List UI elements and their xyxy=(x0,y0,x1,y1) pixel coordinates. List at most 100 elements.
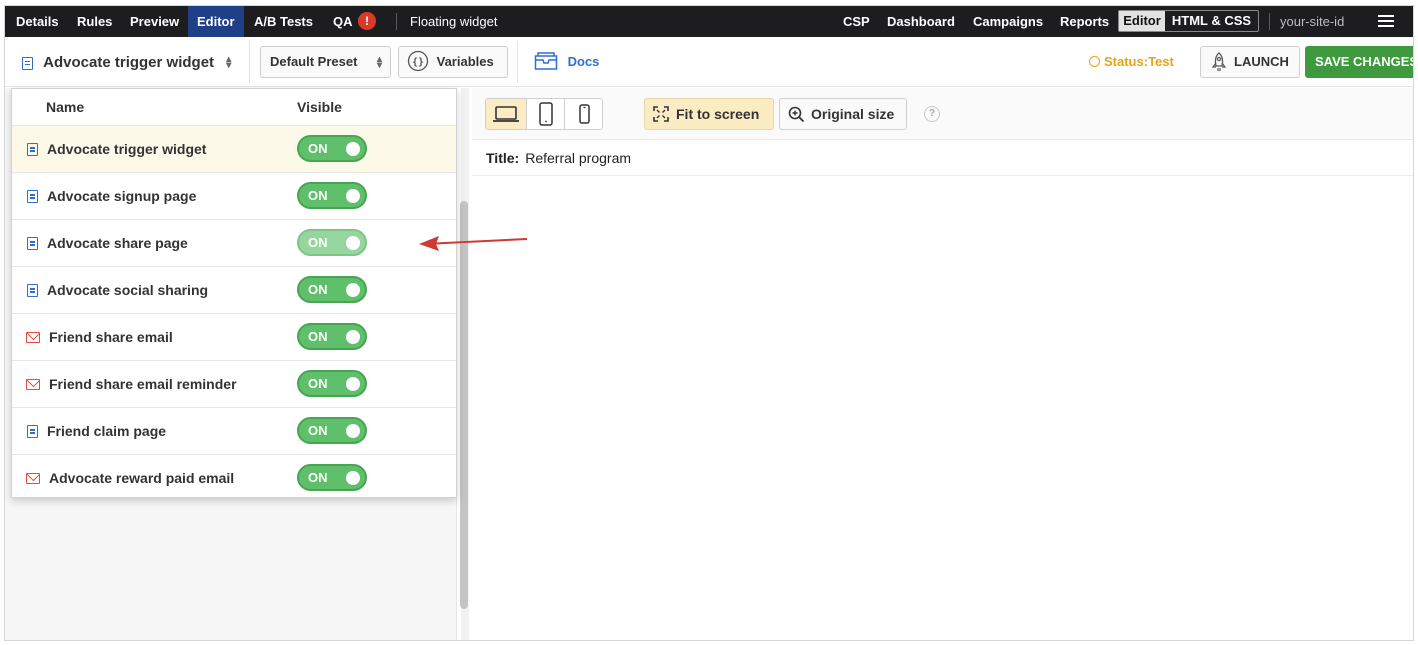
toggle-state-label: ON xyxy=(308,282,328,297)
mobile-view-button[interactable] xyxy=(564,99,602,129)
site-id: your-site-id xyxy=(1280,14,1345,29)
toggle-state-label: ON xyxy=(308,423,328,438)
widget-row-friend-claim-page[interactable]: Friend claim page ON xyxy=(12,407,456,454)
tablet-view-button[interactable] xyxy=(526,99,564,129)
tab-editor[interactable]: Editor xyxy=(188,6,244,37)
visible-toggle[interactable]: ON xyxy=(297,135,367,162)
widget-row-friend-share-email[interactable]: Friend share email ON xyxy=(12,313,456,360)
tab-rules[interactable]: Rules xyxy=(77,6,112,37)
docs-link[interactable]: Docs xyxy=(534,51,599,73)
toggle-state-label: ON xyxy=(308,141,328,156)
widget-row-label: Friend share email xyxy=(49,329,173,345)
widget-row-label: Advocate signup page xyxy=(47,188,197,204)
mail-icon xyxy=(26,332,40,343)
widget-row-advocate-social-sharing[interactable]: Advocate social sharing ON xyxy=(12,266,456,313)
desktop-view-button[interactable] xyxy=(486,99,526,129)
fit-screen-icon xyxy=(653,106,669,122)
widget-select[interactable]: Advocate trigger widget ▴ ▾ xyxy=(22,53,231,73)
editor-toolbar: Advocate trigger widget ▴ ▾ Default Prese… xyxy=(5,37,1413,87)
chevron-updown-icon: ▴ ▾ xyxy=(226,54,232,72)
toggle-knob xyxy=(346,283,360,297)
nav-link-dashboard[interactable]: Dashboard xyxy=(887,6,955,37)
document-icon xyxy=(22,56,33,70)
mode-toggle: Editor HTML & CSS xyxy=(1118,10,1259,32)
fit-to-screen-button[interactable]: Fit to screen xyxy=(644,98,774,130)
rocket-icon xyxy=(1211,52,1227,71)
launch-label: LAUNCH xyxy=(1234,54,1289,69)
toggle-knob xyxy=(346,377,360,391)
preview-title-row: Title: Referral program xyxy=(472,141,1413,176)
document-icon xyxy=(27,237,38,250)
title-label: Title: xyxy=(486,150,520,166)
left-panel-scrollbar[interactable] xyxy=(460,201,468,609)
visible-toggle[interactable]: ON xyxy=(297,276,367,303)
mode-editor[interactable]: Editor xyxy=(1119,11,1165,31)
variables-button[interactable]: {} Variables xyxy=(398,46,508,78)
original-size-label: Original size xyxy=(811,106,895,122)
widget-title: Floating widget xyxy=(410,14,498,29)
widget-row-label: Advocate reward paid email xyxy=(49,470,235,486)
mode-html-css[interactable]: HTML & CSS xyxy=(1165,11,1258,31)
save-changes-button[interactable]: SAVE CHANGES xyxy=(1305,46,1413,78)
tab-details[interactable]: Details xyxy=(16,6,59,37)
variables-label: Variables xyxy=(436,54,494,69)
widget-row-label: Advocate social sharing xyxy=(47,282,209,298)
widget-row-advocate-trigger-widget[interactable]: Advocate trigger widget ON xyxy=(12,125,456,172)
toggle-state-label: ON xyxy=(308,329,328,344)
docs-label: Docs xyxy=(567,54,600,69)
column-name-header: Name xyxy=(46,99,85,115)
status-value: Test xyxy=(1148,54,1174,69)
preset-label: Default Preset xyxy=(270,54,358,69)
fit-to-screen-label: Fit to screen xyxy=(676,106,760,122)
widget-row-advocate-reward-paid-email[interactable]: Advocate reward paid email ON xyxy=(12,454,456,501)
document-icon xyxy=(27,143,38,156)
toggle-knob xyxy=(346,330,360,344)
hamburger-icon[interactable] xyxy=(1378,15,1394,28)
widget-row-label: Advocate trigger widget xyxy=(47,141,207,157)
toggle-knob xyxy=(346,236,360,250)
visible-toggle[interactable]: ON xyxy=(297,323,367,350)
preset-select[interactable]: Default Preset ▴ ▾ xyxy=(260,46,391,78)
tab-ab-tests[interactable]: A/B Tests xyxy=(254,6,313,37)
canvas-toolbar: Fit to screen Original size ? xyxy=(472,88,1413,140)
nav-link-csp[interactable]: CSP xyxy=(843,6,870,37)
toggle-state-label: ON xyxy=(308,376,328,391)
document-icon xyxy=(27,284,38,297)
document-icon xyxy=(27,190,38,203)
visible-toggle[interactable]: ON xyxy=(297,370,367,397)
docs-icon xyxy=(534,52,558,70)
launch-button[interactable]: LAUNCH xyxy=(1200,46,1300,78)
status-label: Status: xyxy=(1104,54,1149,69)
help-icon[interactable]: ? xyxy=(924,106,940,122)
dropdown-header: Name Visible xyxy=(12,89,456,125)
nav-link-campaigns[interactable]: Campaigns xyxy=(973,6,1043,37)
toggle-state-label: ON xyxy=(308,188,328,203)
widget-row-advocate-share-page[interactable]: Advocate share page ON xyxy=(12,219,456,266)
tab-preview[interactable]: Preview xyxy=(130,6,179,37)
original-size-button[interactable]: Original size xyxy=(779,98,907,130)
visible-toggle[interactable]: ON xyxy=(297,464,367,491)
tab-qa[interactable]: QA xyxy=(333,6,353,37)
visible-toggle[interactable]: ON xyxy=(297,417,367,444)
visible-toggle[interactable]: ON xyxy=(297,182,367,209)
widget-row-friend-share-email-reminder[interactable]: Friend share email reminder ON xyxy=(12,360,456,407)
device-switcher xyxy=(485,98,603,130)
toolbar-divider xyxy=(249,41,250,83)
widget-row-advocate-signup-page[interactable]: Advocate signup page ON xyxy=(12,172,456,219)
widget-row-label: Advocate share page xyxy=(47,235,188,251)
tablet-icon xyxy=(539,102,553,126)
nav-link-reports[interactable]: Reports xyxy=(1060,6,1109,37)
laptop-icon xyxy=(493,106,519,122)
toggle-state-label: ON xyxy=(308,470,328,485)
toolbar-divider xyxy=(517,41,518,83)
toggle-knob xyxy=(346,471,360,485)
variables-icon: {} xyxy=(407,50,429,72)
toggle-knob xyxy=(346,142,360,156)
toggle-knob xyxy=(346,424,360,438)
mail-icon xyxy=(26,473,40,484)
toggle-state-label: ON xyxy=(308,235,328,250)
visible-toggle[interactable]: ON xyxy=(297,229,367,256)
zoom-in-icon xyxy=(788,106,805,123)
phone-icon xyxy=(579,104,590,124)
status-indicator: Status:Test xyxy=(1089,51,1174,73)
